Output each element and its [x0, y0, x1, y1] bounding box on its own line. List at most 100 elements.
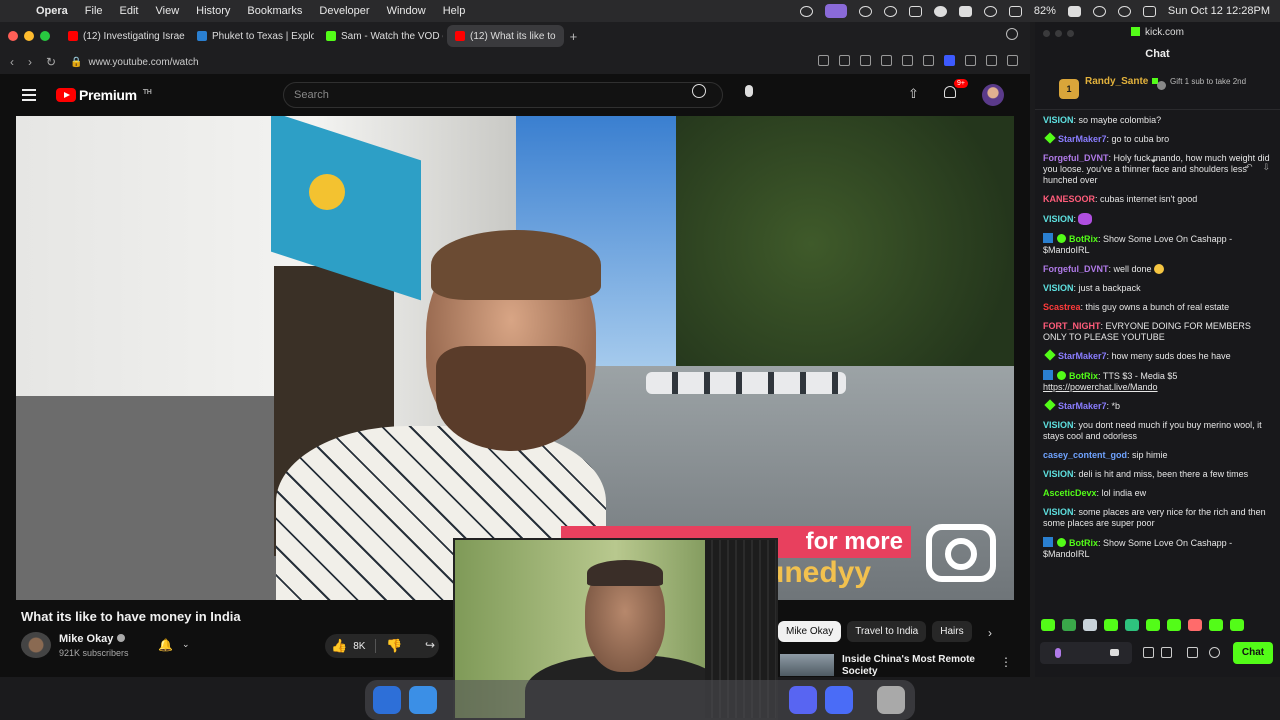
chat-send-button[interactable]: Chat: [1233, 642, 1273, 664]
channel-name[interactable]: Mike Okay: [59, 633, 126, 645]
chat-message[interactable]: Forgeful_DVNT: Holy fuck mando, how much…: [1043, 153, 1271, 186]
status-icon-1[interactable]: [799, 5, 813, 17]
link-icon[interactable]: [1161, 647, 1172, 658]
emote-icon[interactable]: [1146, 619, 1160, 631]
microphone-icon[interactable]: [745, 85, 753, 97]
chat-username[interactable]: StarMaker7: [1058, 401, 1107, 411]
youtube-logo[interactable]: Premium TH: [56, 87, 152, 103]
chat-username[interactable]: VISION: [1043, 420, 1074, 430]
battery-icon[interactable]: [1067, 5, 1081, 17]
discord-icon[interactable]: [789, 686, 817, 714]
tab-phuket[interactable]: Phuket to Texas | Explor: [189, 25, 314, 47]
search-icon[interactable]: [692, 84, 706, 98]
notifications-bell-icon[interactable]: [944, 86, 956, 98]
tab-sam-vod[interactable]: Sam - Watch the VOD o: [318, 25, 443, 47]
emote-icon[interactable]: [1188, 619, 1202, 631]
headphones-icon[interactable]: [858, 5, 872, 17]
calendar-icon[interactable]: [1187, 647, 1198, 658]
chat-link[interactable]: https://powerchat.live/Mando: [1043, 382, 1158, 392]
menu-edit[interactable]: Edit: [120, 5, 139, 17]
chat-username[interactable]: VISION: [1043, 214, 1074, 224]
play-icon[interactable]: [883, 5, 897, 17]
emote-icon[interactable]: [1104, 619, 1118, 631]
chat-message[interactable]: casey_content_god: sip himie: [1043, 450, 1271, 461]
control-center-icon[interactable]: [1142, 5, 1156, 17]
chat-username[interactable]: VISION: [1043, 115, 1074, 125]
zoom-window-button[interactable]: [40, 31, 50, 41]
snapshot-icon[interactable]: [818, 55, 829, 66]
clock-icon[interactable]: [983, 5, 997, 17]
camera-icon[interactable]: [839, 55, 850, 66]
menu-file[interactable]: File: [85, 5, 103, 17]
microphone-icon[interactable]: [1055, 648, 1061, 658]
emote-icon[interactable]: [1167, 619, 1181, 631]
chat-message[interactable]: FORT_NIGHT: EVRYONE DOING FOR MEMBERS ON…: [1043, 321, 1271, 343]
like-dislike-button[interactable]: 👍 8K 👎: [325, 634, 439, 658]
chat-username[interactable]: Forgeful_DVNT: [1043, 264, 1109, 274]
back-icon[interactable]: ‹: [10, 55, 14, 69]
upload-icon[interactable]: ⇧: [908, 86, 919, 102]
chat-username[interactable]: VISION: [1043, 469, 1074, 479]
chat-message[interactable]: VISION:: [1043, 213, 1271, 225]
chat-username[interactable]: Forgeful_DVNT: [1043, 153, 1109, 163]
recommended-video-title[interactable]: Inside China's Most Remote Society: [842, 654, 992, 676]
subscription-bell-icon[interactable]: 🔔: [158, 638, 173, 652]
chat-username[interactable]: FORT_NIGHT: [1043, 321, 1101, 331]
menu-bookmarks[interactable]: Bookmarks: [247, 5, 302, 17]
bluetooth-icon[interactable]: [908, 5, 922, 17]
chat-message[interactable]: Scastrea: this guy owns a bunch of real …: [1043, 302, 1271, 313]
chat-username[interactable]: KANESOOR: [1043, 194, 1095, 204]
chat-username[interactable]: casey_content_god: [1043, 450, 1127, 460]
chat-message[interactable]: VISION: you dont need much if you buy me…: [1043, 420, 1271, 442]
clock[interactable]: Sun Oct 12 12:28PM: [1168, 5, 1270, 17]
chat-message[interactable]: Forgeful_DVNT: well done: [1043, 264, 1271, 275]
pinned-gift-banner[interactable]: 1 Randy_Sante Gift 1 sub to take 2nd ⏷: [1035, 70, 1280, 166]
reload-icon[interactable]: ↻: [46, 55, 56, 69]
menu-help[interactable]: Help: [443, 5, 466, 17]
chat-message[interactable]: StarMaker7: *b: [1043, 399, 1271, 412]
new-tab-button[interactable]: +: [570, 29, 578, 44]
chevron-down-icon[interactable]: ⌄: [182, 639, 190, 650]
hamburger-menu-icon[interactable]: [22, 89, 36, 101]
camera-icon[interactable]: [1110, 649, 1119, 656]
heart-icon[interactable]: [923, 55, 934, 66]
extensions-icon[interactable]: [1007, 55, 1018, 66]
vpn-icon[interactable]: [944, 55, 955, 66]
send-icon[interactable]: [881, 55, 892, 66]
tab-search-icon[interactable]: [1006, 28, 1018, 40]
chat-message[interactable]: StarMaker7: go to cuba bro: [1043, 132, 1271, 145]
download-icon[interactable]: [902, 55, 913, 66]
chat-username[interactable]: BotRix: [1069, 538, 1098, 548]
chat-message[interactable]: VISION: deli is hit and miss, been there…: [1043, 469, 1271, 480]
mod-tools-icon[interactable]: [1143, 647, 1154, 658]
chip-hairs[interactable]: Hairs: [932, 621, 972, 642]
emote-icon[interactable]: [1125, 619, 1139, 631]
finder-icon[interactable]: [373, 686, 401, 714]
chat-message[interactable]: AsceticDevx: lol india ew: [1043, 488, 1271, 499]
keyboard-input-icon[interactable]: [958, 5, 972, 17]
search-icon[interactable]: [1092, 5, 1106, 17]
video-player[interactable]: for more unedyy: [16, 116, 1014, 600]
reply-icon[interactable]: ↶: [1245, 162, 1253, 173]
chat-message[interactable]: KANESOOR: cubas internet isn't good: [1043, 194, 1271, 205]
chat-message[interactable]: BotRix: Show Some Love On Cashapp - $Man…: [1043, 537, 1271, 560]
chat-message[interactable]: StarMaker7: how meny suds does he have: [1043, 349, 1271, 362]
channel-avatar[interactable]: [21, 632, 51, 658]
menu-history[interactable]: History: [196, 5, 230, 17]
settings-gear-icon[interactable]: [1209, 647, 1220, 658]
more-options-icon[interactable]: ⋮: [1000, 655, 1012, 669]
emote-icon[interactable]: [1041, 619, 1055, 631]
tab-investigating[interactable]: (12) Investigating Israeli: [60, 25, 185, 47]
menu-view[interactable]: View: [156, 5, 180, 17]
thumbs-down-icon[interactable]: 👎: [386, 638, 402, 654]
menu-window[interactable]: Window: [387, 5, 426, 17]
chat-input[interactable]: [1040, 642, 1132, 664]
chevron-right-icon[interactable]: ›: [988, 626, 992, 640]
emote-icon[interactable]: [1209, 619, 1223, 631]
wifi-icon[interactable]: [1008, 5, 1022, 17]
shield-icon[interactable]: [860, 55, 871, 66]
chat-message[interactable]: BotRix: Show Some Love On Cashapp - $Man…: [1043, 233, 1271, 256]
url-field[interactable]: www.youtube.com/watch: [89, 57, 199, 68]
trash-icon[interactable]: [877, 686, 905, 714]
safari-icon[interactable]: [409, 686, 437, 714]
